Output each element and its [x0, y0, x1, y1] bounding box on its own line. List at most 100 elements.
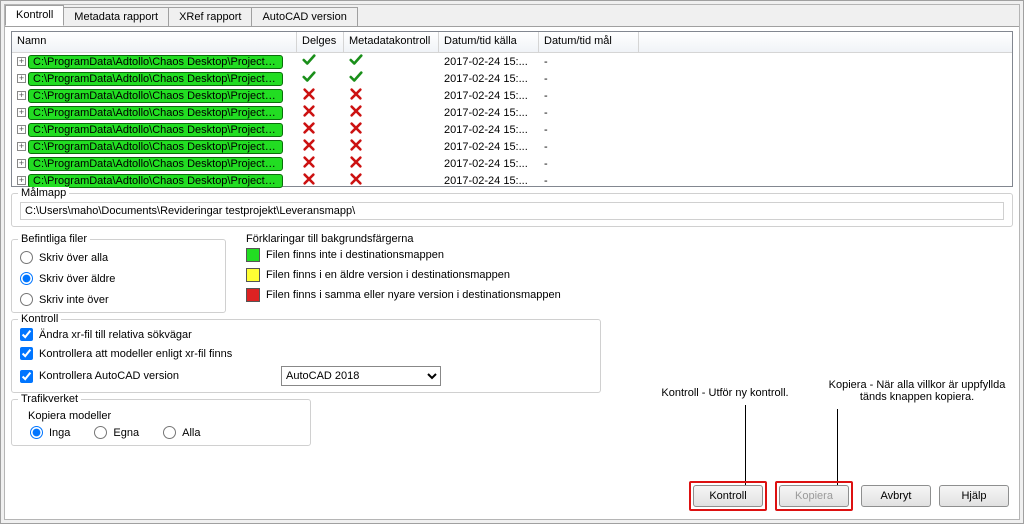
radio-skriv-inte-över[interactable]: Skriv inte över — [20, 293, 217, 306]
radio-input[interactable] — [163, 426, 176, 439]
datum-kalla: 2017-02-24 15:... — [439, 141, 539, 153]
x-icon — [302, 138, 316, 152]
tab-bar: Kontroll Metadata rapport XRef rapport A… — [5, 5, 1019, 27]
radio-skriv-över-äldre[interactable]: Skriv över äldre — [20, 272, 217, 285]
datum-kalla: 2017-02-24 15:... — [439, 124, 539, 136]
radio-label: Inga — [49, 427, 70, 439]
legend-text: Filen finns inte i destinationsmappen — [266, 249, 444, 261]
col-datum-mal[interactable]: Datum/tid mål — [539, 32, 639, 52]
expand-icon[interactable]: + — [17, 125, 26, 134]
datum-mal: - — [539, 73, 639, 85]
expand-icon[interactable]: + — [17, 74, 26, 83]
datum-mal: - — [539, 107, 639, 119]
malmapp-path[interactable]: C:\Users\maho\Documents\Revideringar tes… — [20, 202, 1004, 220]
legend-item: Filen finns i samma eller nyare version … — [246, 288, 1013, 302]
table-row[interactable]: +C:\ProgramData\Adtollo\Chaos Desktop\Pr… — [12, 121, 1012, 138]
datum-mal: - — [539, 141, 639, 153]
check-icon — [349, 70, 363, 84]
radio-alla[interactable]: Alla — [163, 426, 200, 439]
x-icon — [302, 121, 316, 135]
x-icon — [349, 172, 363, 186]
file-listview[interactable]: Namn Delges Metadatakontroll Datum/tid k… — [11, 31, 1013, 187]
check-label: Ändra xr-fil till relativa sökvägar — [39, 329, 192, 341]
tab-kontroll[interactable]: Kontroll — [5, 5, 64, 26]
file-path: C:\ProgramData\Adtollo\Chaos Desktop\Pro… — [28, 72, 283, 86]
datum-mal: - — [539, 175, 639, 187]
table-row[interactable]: +C:\ProgramData\Adtollo\Chaos Desktop\Pr… — [12, 87, 1012, 104]
expand-icon[interactable]: + — [17, 176, 26, 185]
x-icon — [302, 87, 316, 101]
tab-xref-rapport[interactable]: XRef rapport — [168, 7, 252, 26]
check-modeller-xr[interactable]: Kontrollera att modeller enligt xr-fil f… — [20, 347, 592, 360]
table-row[interactable]: +C:\ProgramData\Adtollo\Chaos Desktop\Pr… — [12, 155, 1012, 172]
radio-inga[interactable]: Inga — [30, 426, 70, 439]
file-path: C:\ProgramData\Adtollo\Chaos Desktop\Pro… — [28, 106, 283, 120]
col-metadatakontroll[interactable]: Metadatakontroll — [344, 32, 439, 52]
x-icon — [349, 138, 363, 152]
x-icon — [302, 155, 316, 169]
kontroll-button[interactable]: Kontroll — [693, 485, 763, 507]
radio-input[interactable] — [20, 293, 33, 306]
check-label: Kontrollera att modeller enligt xr-fil f… — [39, 348, 232, 360]
check-icon — [349, 53, 363, 67]
listview-header: Namn Delges Metadatakontroll Datum/tid k… — [12, 32, 1012, 53]
x-icon — [302, 104, 316, 118]
radio-input[interactable] — [20, 251, 33, 264]
radio-skriv-över-alla[interactable]: Skriv över alla — [20, 251, 217, 264]
radio-label: Egna — [113, 427, 139, 439]
x-icon — [302, 172, 316, 186]
table-row[interactable]: +C:\ProgramData\Adtollo\Chaos Desktop\Pr… — [12, 138, 1012, 155]
radio-input[interactable] — [94, 426, 107, 439]
table-row[interactable]: +C:\ProgramData\Adtollo\Chaos Desktop\Pr… — [12, 104, 1012, 121]
avbryt-button[interactable]: Avbryt — [861, 485, 931, 507]
color-swatch-icon — [246, 268, 260, 282]
table-row[interactable]: +C:\ProgramData\Adtollo\Chaos Desktop\Pr… — [12, 172, 1012, 189]
autocad-version-select[interactable]: AutoCAD 2018 — [281, 366, 441, 386]
col-datum-kalla[interactable]: Datum/tid källa — [439, 32, 539, 52]
legend-item: Filen finns i en äldre version i destina… — [246, 268, 1013, 282]
col-delges[interactable]: Delges — [297, 32, 344, 52]
checkbox[interactable] — [20, 347, 33, 360]
expand-icon[interactable]: + — [17, 159, 26, 168]
expand-icon[interactable]: + — [17, 142, 26, 151]
legend-text: Filen finns i samma eller nyare version … — [266, 289, 561, 301]
radio-label: Skriv över äldre — [39, 273, 115, 285]
radio-label: Alla — [182, 427, 200, 439]
checkbox[interactable] — [20, 370, 33, 383]
radio-input[interactable] — [30, 426, 43, 439]
file-path: C:\ProgramData\Adtollo\Chaos Desktop\Pro… — [28, 55, 283, 69]
highlight-kontroll: Kontroll — [689, 481, 767, 511]
datum-kalla: 2017-02-24 15:... — [439, 158, 539, 170]
check-autocad-version[interactable]: Kontrollera AutoCAD version — [20, 370, 275, 383]
expand-icon[interactable]: + — [17, 108, 26, 117]
col-namn[interactable]: Namn — [12, 32, 297, 52]
kopiera-button[interactable]: Kopiera — [779, 485, 849, 507]
expand-icon[interactable]: + — [17, 91, 26, 100]
highlight-kopiera: Kopiera — [775, 481, 853, 511]
datum-kalla: 2017-02-24 15:... — [439, 73, 539, 85]
radio-egna[interactable]: Egna — [94, 426, 139, 439]
color-swatch-icon — [246, 288, 260, 302]
tab-autocad-version[interactable]: AutoCAD version — [251, 7, 357, 26]
check-icon — [302, 70, 316, 84]
befintliga-filer-group: Befintliga filer Skriv över allaSkriv öv… — [11, 239, 226, 313]
hjalp-button[interactable]: Hjälp — [939, 485, 1009, 507]
malmapp-label: Målmapp — [18, 187, 69, 199]
table-row[interactable]: +C:\ProgramData\Adtollo\Chaos Desktop\Pr… — [12, 70, 1012, 87]
x-icon — [349, 121, 363, 135]
tab-metadata-rapport[interactable]: Metadata rapport — [63, 7, 169, 26]
expand-icon[interactable]: + — [17, 57, 26, 66]
check-label: Kontrollera AutoCAD version — [39, 370, 179, 382]
radio-input[interactable] — [20, 272, 33, 285]
kontroll-label: Kontroll — [18, 313, 61, 325]
annotation-kontroll: Kontroll - Utför ny kontroll. — [645, 387, 805, 399]
checkbox[interactable] — [20, 328, 33, 341]
check-relativa-sokvagar[interactable]: Ändra xr-fil till relativa sökvägar — [20, 328, 592, 341]
datum-mal: - — [539, 56, 639, 68]
datum-kalla: 2017-02-24 15:... — [439, 175, 539, 187]
datum-mal: - — [539, 158, 639, 170]
file-path: C:\ProgramData\Adtollo\Chaos Desktop\Pro… — [28, 89, 283, 103]
table-row[interactable]: +C:\ProgramData\Adtollo\Chaos Desktop\Pr… — [12, 53, 1012, 70]
annotation-kopiera: Kopiera - När alla villkor är uppfyllda … — [827, 379, 1007, 403]
datum-kalla: 2017-02-24 15:... — [439, 56, 539, 68]
